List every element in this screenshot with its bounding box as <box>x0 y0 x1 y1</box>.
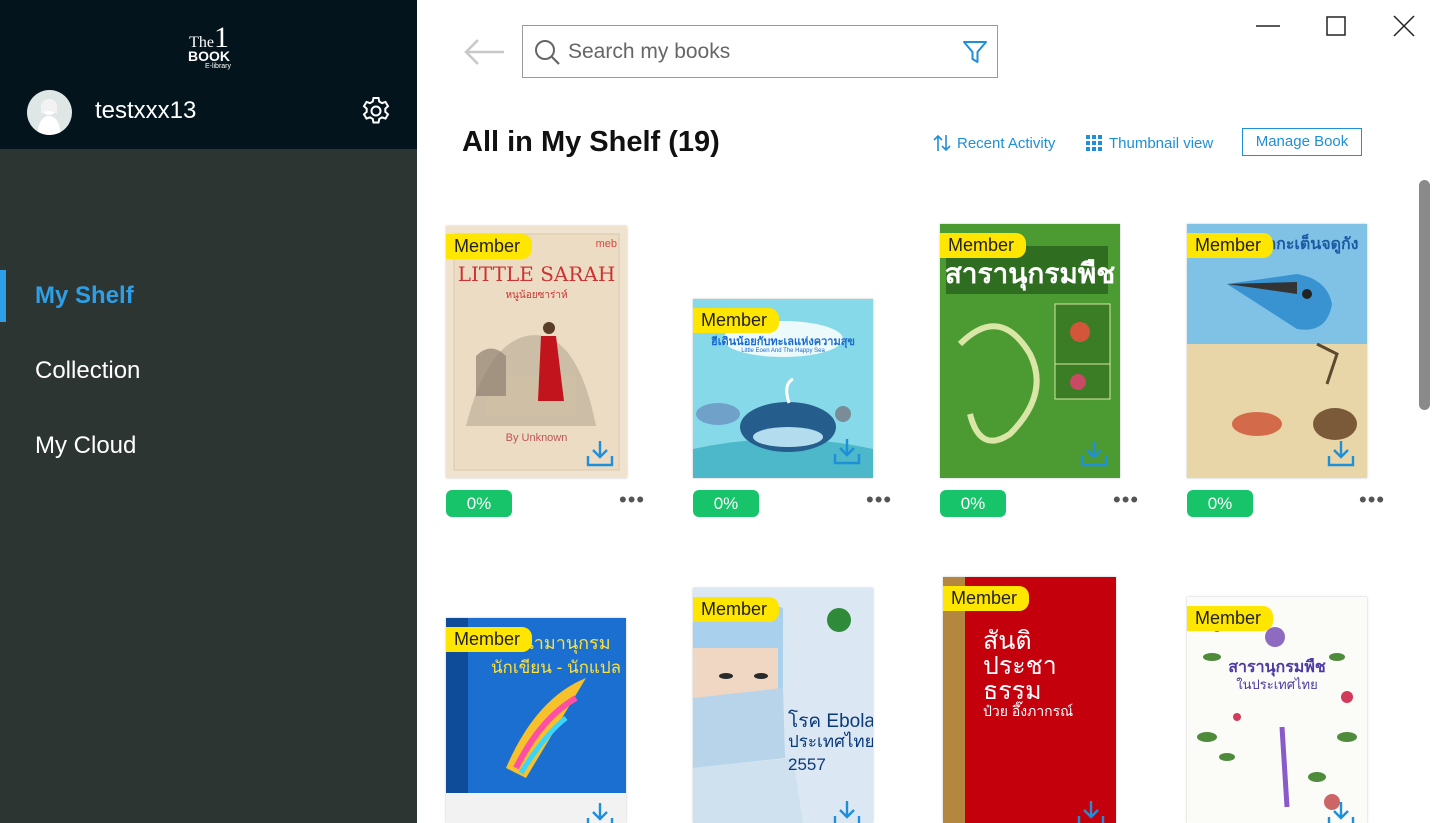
member-badge: Member <box>1187 233 1274 258</box>
book-cover[interactable]: ฮีเดินน้อยกับทะเลแห่งความสุข Little Eoen… <box>693 299 873 478</box>
cover-subtitle: ในประเทศไทย <box>1236 677 1318 692</box>
download-icon[interactable] <box>585 800 615 823</box>
member-badge: Member <box>446 234 533 259</box>
cover-author: ป๋วย อึ๊งภากรณ์ <box>983 703 1074 719</box>
search-box[interactable] <box>522 25 998 78</box>
close-icon <box>1393 15 1415 37</box>
avatar[interactable] <box>27 90 72 135</box>
cover-title: LITTLE SARAH <box>457 262 616 286</box>
sort-label: Recent Activity <box>957 134 1056 152</box>
member-badge: Member <box>1187 606 1274 631</box>
maximize-button[interactable] <box>1316 8 1356 44</box>
nav-my-cloud[interactable]: My Cloud <box>0 420 417 474</box>
page-title: All in My Shelf (19) <box>462 126 720 158</box>
download-icon[interactable] <box>1326 438 1356 468</box>
download-icon[interactable] <box>585 438 615 468</box>
more-options-icon[interactable]: ••• <box>866 489 891 511</box>
book-cover[interactable]: นกกะเต็นจดูกัง Member <box>1187 224 1367 478</box>
more-options-icon[interactable]: ••• <box>619 489 644 511</box>
search-icon <box>535 40 560 65</box>
cover-subtitle: หนูน้อยซาร่าห์ <box>505 290 568 301</box>
download-icon[interactable] <box>832 436 862 466</box>
close-button[interactable] <box>1384 8 1424 44</box>
back-arrow-icon[interactable] <box>462 36 506 68</box>
reading-progress: 0% <box>693 490 759 517</box>
nav-label: Collection <box>35 357 141 384</box>
nav-collection[interactable]: Collection <box>0 345 417 399</box>
manage-book-button[interactable]: Manage Book <box>1242 128 1362 156</box>
more-options-icon[interactable]: ••• <box>1113 489 1138 511</box>
reading-progress: 0% <box>1187 490 1253 517</box>
download-icon[interactable] <box>1326 799 1356 823</box>
sidebar: The1 BOOK E-library testxxx13 My Shelf C… <box>0 0 417 823</box>
member-badge: Member <box>693 597 780 622</box>
more-options-icon[interactable]: ••• <box>1359 489 1384 511</box>
reading-progress: 0% <box>446 490 512 517</box>
cover-subtitle: Little Eoen And The Happy Sea <box>741 348 825 354</box>
cover-subtitle: ประเทศไทย 2557 <box>788 732 873 774</box>
username: testxxx13 <box>95 97 197 124</box>
search-input[interactable] <box>568 34 948 70</box>
member-badge: Member <box>943 586 1030 611</box>
book-cover[interactable]: สารานุกรมพืช ในประเทศไทย Member <box>1187 597 1367 823</box>
nav-label: My Shelf <box>35 282 134 309</box>
maximize-icon <box>1326 16 1346 36</box>
view-label: Thumbnail view <box>1109 134 1214 152</box>
sort-button[interactable]: Recent Activity <box>932 130 1055 156</box>
member-badge: Member <box>693 308 780 333</box>
book-cover[interactable]: สารานุกรมพืช Member <box>940 224 1120 478</box>
member-badge: Member <box>446 627 533 652</box>
download-icon[interactable] <box>832 798 862 823</box>
member-badge: Member <box>940 233 1027 258</box>
book-cover[interactable]: meb LITTLE SARAH หนูน้อยซาร่าห์ By Unkno… <box>446 226 627 478</box>
scrollbar-thumb[interactable] <box>1419 180 1430 410</box>
user-silhouette-icon <box>37 99 61 135</box>
nav-my-shelf[interactable]: My Shelf <box>0 270 417 324</box>
nav-label: My Cloud <box>35 432 137 459</box>
sort-arrows-icon <box>933 134 951 152</box>
sidebar-header: The1 BOOK E-library testxxx13 <box>0 0 417 149</box>
settings-gear-icon[interactable] <box>360 95 392 127</box>
filter-icon[interactable] <box>961 38 989 66</box>
cover-subtitle: นักเขียน - นักแปล <box>490 658 622 677</box>
app-logo: The1 BOOK E-library <box>188 21 231 71</box>
book-cover[interactable]: สันติ ประชา ธรรม ป๋วย อึ๊งภากรณ์ Member <box>943 577 1116 823</box>
book-cover[interactable]: นามานุกรม นักเขียน - นักแปล Member <box>446 618 626 823</box>
view-toggle-button[interactable]: Thumbnail view <box>1085 130 1213 156</box>
cover-title: สารานุกรมพืช <box>944 258 1116 289</box>
book-cover[interactable]: โรค Ebola ประเทศไทย 2557 Member <box>693 588 873 823</box>
reading-progress: 0% <box>940 490 1006 517</box>
minimize-button[interactable] <box>1248 8 1288 44</box>
download-icon[interactable] <box>1079 438 1109 468</box>
cover-title: สันติ ประชา ธรรม <box>983 627 1057 705</box>
minimize-icon <box>1256 25 1280 27</box>
thumbnail-grid-icon <box>1086 135 1102 151</box>
download-icon[interactable] <box>1076 798 1106 823</box>
cover-publisher: meb <box>595 238 617 250</box>
